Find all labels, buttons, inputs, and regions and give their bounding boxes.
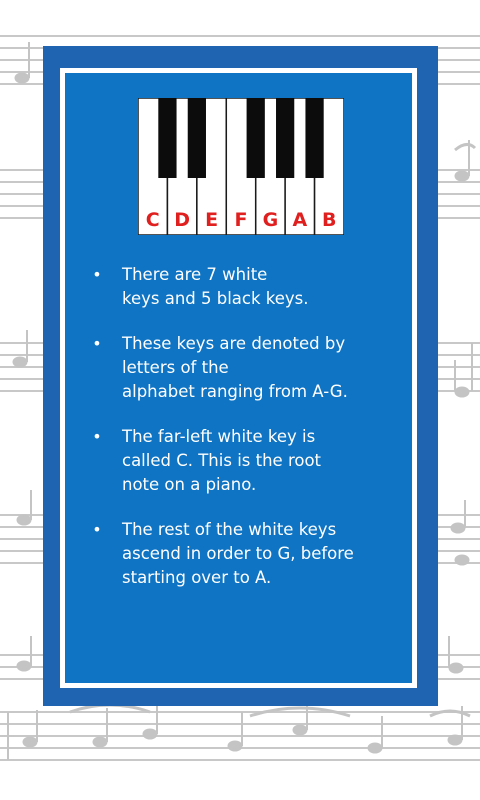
fact-item: • The far-left white key is called C. This… xyxy=(90,425,390,497)
key-label-G: G xyxy=(263,209,279,231)
bullet-icon: • xyxy=(92,265,102,284)
piano-facts-list: • There are 7 white keys and 5 black keys.… xyxy=(90,263,390,611)
piano-keys: CDEFGAB xyxy=(138,98,344,235)
fact-text-line: keys and 5 black keys. xyxy=(122,289,309,308)
fact-text-line: called C. This is the root xyxy=(122,451,322,470)
key-label-C: C xyxy=(146,209,160,231)
piano-keyboard-illustration: CDEFGAB xyxy=(138,98,344,235)
fact-item: • There are 7 white keys and 5 black keys. xyxy=(90,263,390,311)
bullet-icon: • xyxy=(92,520,102,539)
key-label-E: E xyxy=(205,209,218,231)
fact-text-line: note on a piano. xyxy=(122,475,257,494)
key-label-F: F xyxy=(235,209,248,231)
fact-text-line: letters of the xyxy=(122,358,229,377)
black-key-2 xyxy=(187,98,206,178)
black-key-3 xyxy=(246,98,265,178)
key-label-B: B xyxy=(322,209,336,231)
black-key-5 xyxy=(305,98,324,178)
fact-text-line: alphabet ranging from A-G. xyxy=(122,382,348,401)
bullet-icon: • xyxy=(92,334,102,353)
fact-text-line: There are 7 white xyxy=(122,265,268,284)
fact-item: • The rest of the white keys ascend in ord… xyxy=(90,518,390,590)
fact-text-line: ascend in order to G, before xyxy=(122,544,354,563)
key-label-D: D xyxy=(174,209,190,231)
bullet-icon: • xyxy=(92,427,102,446)
black-key-4 xyxy=(276,98,295,178)
fact-text-line: These keys are denoted by xyxy=(122,334,346,353)
fact-item: • These keys are denoted by letters of the… xyxy=(90,332,390,404)
fact-text-line: The rest of the white keys xyxy=(122,520,337,539)
key-label-A: A xyxy=(292,209,307,231)
black-key-1 xyxy=(158,98,177,178)
fact-text-line: The far-left white key is xyxy=(122,427,316,446)
fact-text-line: starting over to A. xyxy=(122,568,272,587)
